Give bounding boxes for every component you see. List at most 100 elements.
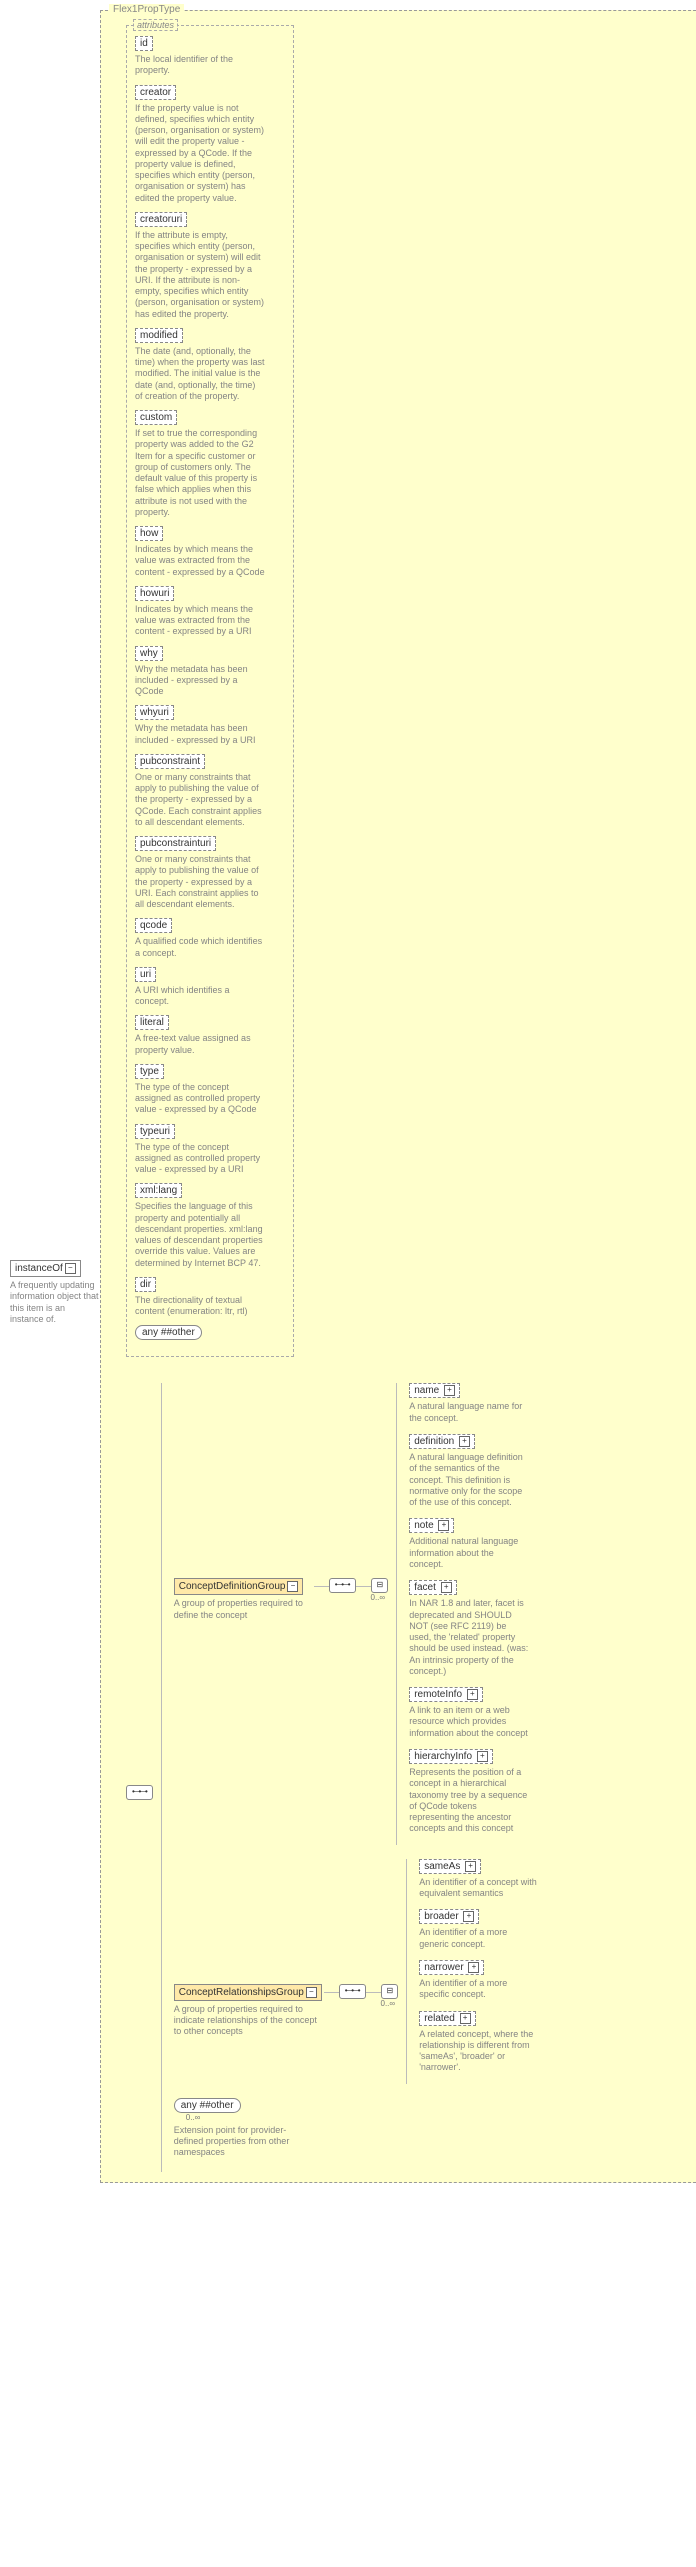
element-hierarchyInfo: hierarchyInfo +Represents the position o… [409, 1749, 529, 1835]
group-def-desc: A group of properties required to define… [174, 1598, 314, 1621]
attr-label: pubconstraint [135, 754, 205, 769]
attr-desc: The local identifier of the property. [135, 54, 265, 77]
attr-desc: Specifies the language of this property … [135, 1201, 265, 1269]
element-label: hierarchyInfo + [409, 1749, 493, 1764]
attr-desc: If set to true the corresponding propert… [135, 428, 265, 518]
attr-whyuri: whyuriWhy the metadata has been included… [135, 705, 285, 746]
element-sameAs: sameAs + An identifier of a concept with … [419, 1859, 539, 1900]
element-desc: An identifier of a more generic concept. [419, 1927, 539, 1950]
root-node: instanceOf− [10, 1260, 81, 1277]
attr-desc: The date (and, optionally, the time) whe… [135, 346, 265, 402]
group-def-label: ConceptDefinitionGroup [179, 1581, 286, 1592]
element-label: definition + [409, 1434, 475, 1449]
attr-xml-lang: xml:lang Specifies the language of this p… [135, 1183, 285, 1269]
attr-dir: dirThe directionality of textual content… [135, 1277, 285, 1318]
element-desc: Additional natural language information … [409, 1536, 529, 1570]
element-desc: A related concept, where the relationshi… [419, 2029, 539, 2074]
attr-label: typeuri [135, 1124, 175, 1139]
any-other-desc: Extension point for provider-defined pro… [174, 2125, 304, 2159]
element-note: note + Additional natural language inform… [409, 1518, 529, 1570]
attributes-container: attributes idThe local identifier of the… [126, 25, 294, 1357]
element-desc: An identifier of a more specific concept… [419, 1978, 539, 2001]
group-rel-card: 0..∞ [381, 1999, 399, 2008]
attr-howuri: howuri Indicates by which means the value… [135, 586, 285, 638]
attr-label: creator [135, 85, 176, 100]
attr-label: modified [135, 328, 183, 343]
element-desc: A natural language name for the concept. [409, 1401, 529, 1424]
attr-label: xml:lang [135, 1183, 182, 1198]
attr-typeuri: typeuri The type of the concept assigned … [135, 1124, 285, 1176]
plus-icon[interactable]: + [459, 1436, 470, 1447]
attr-custom: customIf set to true the corresponding p… [135, 410, 285, 518]
attr-desc: Why the metadata has been included - exp… [135, 664, 265, 698]
sequence-icon: •─•─• [339, 1984, 366, 1999]
plus-icon[interactable]: + [467, 1689, 478, 1700]
element-label: narrower + [419, 1960, 484, 1975]
minus-icon[interactable]: − [306, 1987, 317, 1998]
attr-desc: The type of the concept assigned as cont… [135, 1142, 265, 1176]
plus-icon[interactable]: + [438, 1520, 449, 1531]
attr-desc: A URI which identifies a concept. [135, 985, 265, 1008]
element-desc: An identifier of a concept with equivale… [419, 1877, 539, 1900]
attributes-legend: attributes [133, 19, 178, 31]
plus-icon[interactable]: + [463, 1911, 474, 1922]
attr-desc: Why the metadata has been included - exp… [135, 723, 265, 746]
attr-why: why Why the metadata has been included - … [135, 646, 285, 698]
plus-icon[interactable]: + [468, 1962, 479, 1973]
attr-label: why [135, 646, 163, 661]
attr-literal: literalA free-text value assigned as pro… [135, 1015, 285, 1056]
element-label: remoteInfo + [409, 1687, 483, 1702]
element-definition: definition + A natural language definitio… [409, 1434, 529, 1508]
any-other-card: 0..∞ [186, 2113, 304, 2122]
root-desc: A frequently updating information object… [10, 1280, 100, 1325]
attr-how: how Indicates by which means the value wa… [135, 526, 285, 578]
switch-icon: ⊟ [371, 1578, 389, 1593]
attr-desc: If the property value is not defined, sp… [135, 103, 265, 204]
element-related: related + A related concept, where the re… [419, 2011, 539, 2074]
element-facet: facet +In NAR 1.8 and later, facet is de… [409, 1580, 529, 1677]
minus-icon[interactable]: − [287, 1581, 298, 1592]
root-node-label: instanceOf [15, 1263, 63, 1274]
attr-pubconstraint: pubconstraint One or many constraints tha… [135, 754, 285, 828]
attr-desc: One or many constraints that apply to pu… [135, 772, 265, 828]
concept-relationships-group: ConceptRelationshipsGroup− A group of pr… [174, 1984, 324, 2038]
plus-icon[interactable]: + [444, 1385, 455, 1396]
attr-creator: creator If the property value is not defi… [135, 85, 285, 204]
element-label: sameAs + [419, 1859, 481, 1874]
attr-pubconstrainturi: pubconstrainturi One or many constraints … [135, 836, 285, 910]
minus-icon[interactable]: − [65, 1263, 76, 1274]
attr-label: id [135, 36, 153, 51]
attr-label: how [135, 526, 163, 541]
attr-label: type [135, 1064, 164, 1079]
element-label: note + [409, 1518, 454, 1533]
element-desc: In NAR 1.8 and later, facet is deprecate… [409, 1598, 529, 1677]
attr-label: literal [135, 1015, 169, 1030]
concept-definition-group: ConceptDefinitionGroup− A group of prope… [174, 1578, 314, 1621]
plus-icon[interactable]: + [460, 2013, 471, 2024]
element-label: related + [419, 2011, 475, 2026]
attr-modified: modified The date (and, optionally, the t… [135, 328, 285, 402]
element-broader: broader +An identifier of a more generic… [419, 1909, 539, 1950]
attr-desc: Indicates by which means the value was e… [135, 604, 265, 638]
type-legend: Flex1PropType [109, 4, 184, 15]
attr-label: uri [135, 967, 156, 982]
group-def-card: 0..∞ [371, 1593, 389, 1602]
plus-icon[interactable]: + [477, 1751, 488, 1762]
group-rel-desc: A group of properties required to indica… [174, 2004, 324, 2038]
element-label: name + [409, 1383, 460, 1398]
attr-label: howuri [135, 586, 174, 601]
attr-desc: The type of the concept assigned as cont… [135, 1082, 265, 1116]
attr-desc: A qualified code which identifies a conc… [135, 936, 265, 959]
attr-desc: Indicates by which means the value was e… [135, 544, 265, 578]
element-name: name + A natural language name for the co… [409, 1383, 529, 1424]
element-desc: A natural language definition of the sem… [409, 1452, 529, 1508]
attr-desc: One or many constraints that apply to pu… [135, 854, 265, 910]
attr-label: dir [135, 1277, 156, 1292]
group-rel-label: ConceptRelationshipsGroup [179, 1987, 304, 1998]
attr-desc: If the attribute is empty, specifies whi… [135, 230, 265, 320]
plus-icon[interactable]: + [441, 1582, 452, 1593]
attr-label: pubconstrainturi [135, 836, 216, 851]
attr-uri: uri A URI which identifies a concept. [135, 967, 285, 1008]
sequence-icon: •─•─• [329, 1578, 356, 1593]
plus-icon[interactable]: + [465, 1861, 476, 1872]
